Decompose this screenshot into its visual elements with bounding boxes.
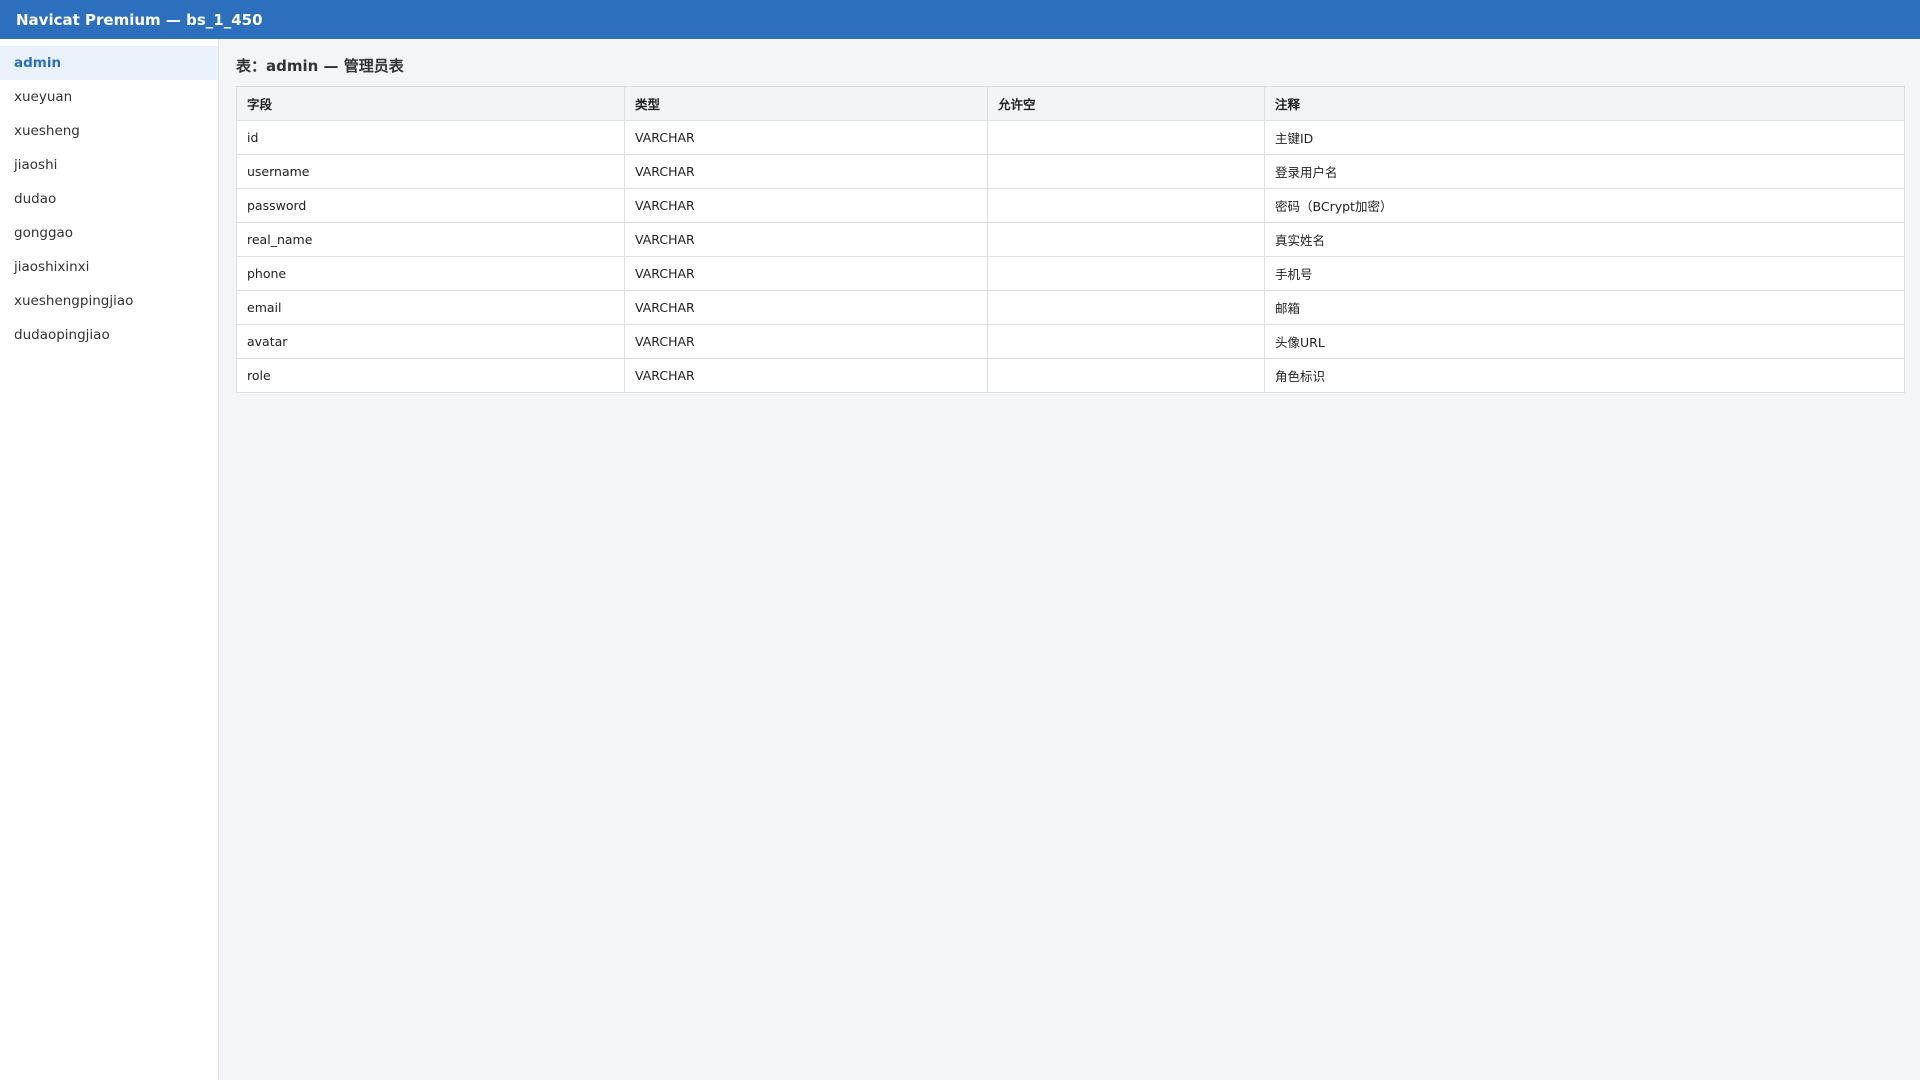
title-bar: Navicat Premium — bs_1_450 [0,0,1920,39]
cell-nullable [987,222,1265,257]
cell-type: VARCHAR [624,120,988,155]
table-row[interactable]: role VARCHAR 角色标识 [236,358,1905,393]
cell-comment: 主键ID [1264,120,1905,155]
table-row[interactable]: id VARCHAR 主键ID [236,120,1905,155]
cell-field: username [236,154,625,189]
column-header-nullable[interactable]: 允许空 [987,86,1265,121]
cell-field: real_name [236,222,625,257]
cell-field: email [236,290,625,325]
page-title: 表：admin — 管理员表 [236,57,404,75]
cell-nullable [987,358,1265,393]
sidebar-item-xueyuan[interactable]: xueyuan [0,80,218,114]
cell-nullable [987,154,1265,189]
sidebar-item-gonggao[interactable]: gonggao [0,216,218,250]
table-row[interactable]: username VARCHAR 登录用户名 [236,154,1905,189]
column-header-field[interactable]: 字段 [236,86,625,121]
table-row[interactable]: email VARCHAR 邮箱 [236,290,1905,325]
cell-type: VARCHAR [624,256,988,291]
cell-nullable [987,188,1265,223]
cell-type: VARCHAR [624,290,988,325]
cell-comment: 角色标识 [1264,358,1905,393]
cell-field: phone [236,256,625,291]
table-header-row: 字段 类型 允许空 注释 [236,86,1905,121]
cell-comment: 密码（BCrypt加密） [1264,188,1905,223]
window-title: Navicat Premium — bs_1_450 [16,10,263,29]
cell-nullable [987,324,1265,359]
sidebar-item-dudao[interactable]: dudao [0,182,218,216]
cell-comment: 手机号 [1264,256,1905,291]
table-row[interactable]: password VARCHAR 密码（BCrypt加密） [236,188,1905,223]
table-row[interactable]: real_name VARCHAR 真实姓名 [236,222,1905,257]
cell-comment: 头像URL [1264,324,1905,359]
cell-field: id [236,120,625,155]
sidebar-item-xuesheng[interactable]: xuesheng [0,114,218,148]
cell-type: VARCHAR [624,154,988,189]
sidebar-item-xueshengpingjiao[interactable]: xueshengpingjiao [0,284,218,318]
cell-comment: 真实姓名 [1264,222,1905,257]
cell-nullable [987,256,1265,291]
table-row[interactable]: avatar VARCHAR 头像URL [236,324,1905,359]
sidebar-item-jiaoshixinxi[interactable]: jiaoshixinxi [0,250,218,284]
cell-comment: 邮箱 [1264,290,1905,325]
table-list-sidebar: admin xueyuan xuesheng jiaoshi dudao gon… [0,39,219,1080]
column-header-type[interactable]: 类型 [624,86,988,121]
cell-nullable [987,290,1265,325]
sidebar-item-admin[interactable]: admin [0,46,218,80]
cell-field: password [236,188,625,223]
column-header-comment[interactable]: 注释 [1264,86,1905,121]
fields-table: 字段 类型 允许空 注释 id VARCHAR 主键ID username VA… [236,86,1905,393]
sidebar-item-jiaoshi[interactable]: jiaoshi [0,148,218,182]
cell-nullable [987,120,1265,155]
cell-type: VARCHAR [624,188,988,223]
main-panel: 表：admin — 管理员表 字段 类型 允许空 注释 id VARCHAR 主… [236,39,1905,393]
table-row[interactable]: phone VARCHAR 手机号 [236,256,1905,291]
sidebar-item-dudaopingjiao[interactable]: dudaopingjiao [0,318,218,352]
cell-field: role [236,358,625,393]
cell-field: avatar [236,324,625,359]
cell-type: VARCHAR [624,324,988,359]
cell-type: VARCHAR [624,358,988,393]
cell-type: VARCHAR [624,222,988,257]
cell-comment: 登录用户名 [1264,154,1905,189]
